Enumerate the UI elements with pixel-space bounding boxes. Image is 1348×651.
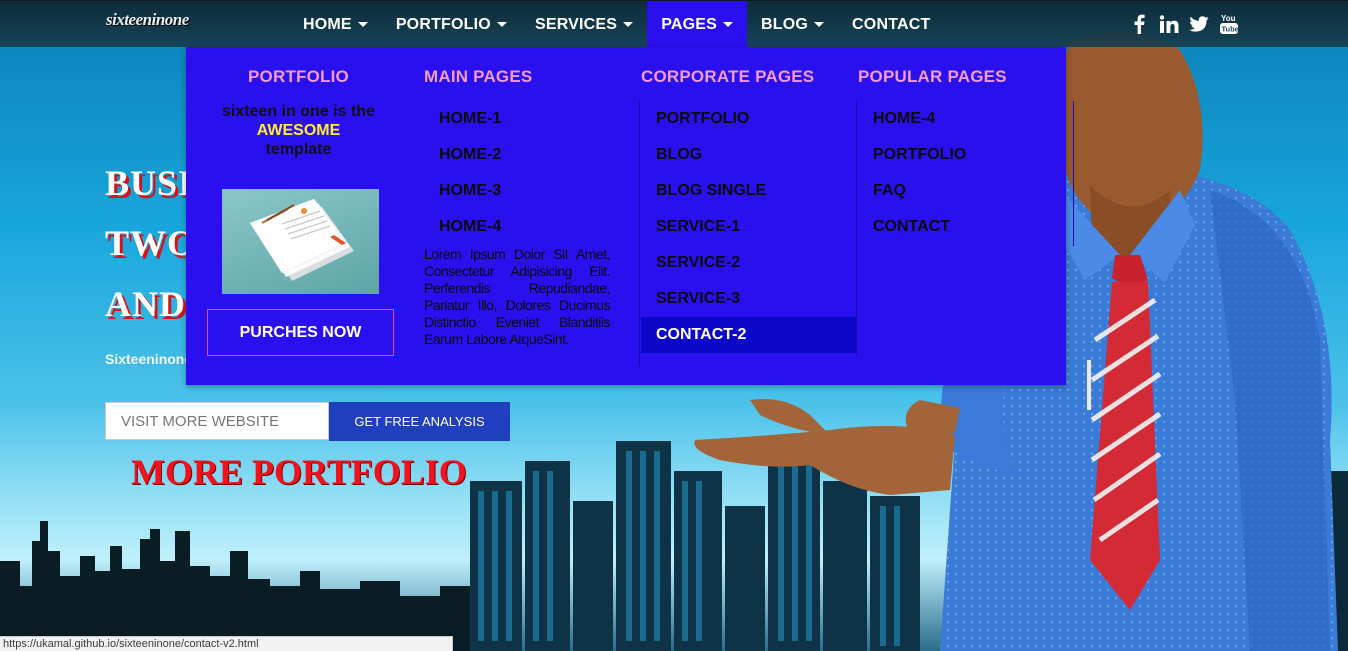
popular-pages-list: HOME-4 PORTFOLIO FAQ CONTACT — [858, 101, 1074, 246]
hero-title-line-1: BUSI — [105, 163, 194, 203]
intro-highlight: AWESOME — [256, 122, 341, 139]
main-pages-description: Lorem Ipsum Dolor Sit Amet, Consectetur … — [424, 246, 611, 347]
menu-link-contact[interactable]: CONTACT — [858, 209, 1073, 245]
linkedin-icon[interactable] — [1154, 11, 1184, 37]
site-logo[interactable]: sixteeninone — [106, 10, 189, 30]
caret-down-icon — [623, 22, 634, 27]
caret-down-icon — [357, 22, 368, 27]
template-thumbnail-image[interactable] — [222, 189, 379, 294]
menu-link-blog[interactable]: BLOG — [641, 137, 856, 173]
menu-item-services[interactable]: SERVICES — [521, 1, 647, 48]
menu-link-home-3[interactable]: HOME-3 — [424, 173, 639, 209]
menu-item-label: HOME — [303, 15, 352, 33]
hero-subtitle: Sixteeninone — [105, 351, 193, 367]
menu-link-contact-2[interactable]: CONTACT-2 — [641, 317, 856, 353]
menu-link-portfolio[interactable]: PORTFOLIO — [641, 101, 856, 137]
menu-link-service-2[interactable]: SERVICE-2 — [641, 245, 856, 281]
intro-line: sixteen in one is the — [222, 103, 375, 120]
purches-now-button[interactable]: PURCHES NOW — [207, 309, 394, 356]
menu-link-home-4[interactable]: HOME-4 — [424, 209, 639, 245]
menu-link-blog-single[interactable]: BLOG SINGLE — [641, 173, 856, 209]
browser-status-url: https://ukamal.github.io/sixteeninone/co… — [0, 636, 453, 651]
menu-item-label: CONTACT — [852, 15, 931, 33]
menu-link-service-3[interactable]: SERVICE-3 — [641, 281, 856, 317]
menu-item-label: SERVICES — [534, 15, 618, 33]
top-navbar: sixteeninone HOME PORTFOLIO SERVICES PAG… — [0, 0, 1348, 48]
intro-line: template — [265, 141, 332, 158]
menu-item-pages[interactable]: PAGES — [647, 1, 748, 48]
pages-mega-menu: PORTFOLIO sixteen in one is the AWESOME … — [186, 47, 1074, 385]
hero-title-line-2: TWO — [105, 223, 197, 263]
menu-link-home-2[interactable]: HOME-2 — [424, 137, 639, 173]
portfolio-column-title: PORTFOLIO — [248, 67, 349, 86]
menu-link-home-4-popular[interactable]: HOME-4 — [858, 101, 1073, 137]
main-pages-column-title: MAIN PAGES — [424, 67, 533, 86]
menu-link-faq[interactable]: FAQ — [858, 173, 1073, 209]
corporate-pages-list: PORTFOLIO BLOG BLOG SINGLE SERVICE-1 SER… — [641, 101, 857, 355]
svg-text:Tube: Tube — [1222, 25, 1239, 34]
main-menu: HOME PORTFOLIO SERVICES PAGES BLOG CONTA… — [289, 1, 944, 48]
corporate-pages-column-title: CORPORATE PAGES — [641, 67, 815, 86]
svg-text:You: You — [1221, 14, 1236, 23]
get-free-analysis-button[interactable]: GET FREE ANALYSIS — [329, 402, 510, 441]
menu-item-blog[interactable]: BLOG — [747, 1, 838, 48]
social-links: You Tube — [1124, 11, 1244, 37]
menu-item-portfolio[interactable]: PORTFOLIO — [382, 1, 521, 48]
hero-title-line-3: AND — [105, 284, 186, 324]
more-portfolio-link[interactable]: MORE PORTFOLIO — [131, 451, 467, 493]
twitter-icon[interactable] — [1184, 11, 1214, 37]
caret-down-icon — [723, 22, 734, 27]
menu-item-label: PORTFOLIO — [395, 15, 491, 33]
visit-website-input[interactable] — [105, 402, 329, 440]
menu-item-home[interactable]: HOME — [289, 1, 382, 48]
menu-link-portfolio-popular[interactable]: PORTFOLIO — [858, 137, 1073, 173]
youtube-icon[interactable]: You Tube — [1214, 11, 1244, 37]
menu-item-label: PAGES — [661, 15, 718, 33]
portfolio-intro-text: sixteen in one is the AWESOME template — [206, 102, 391, 159]
menu-link-service-1[interactable]: SERVICE-1 — [641, 209, 856, 245]
facebook-icon[interactable] — [1124, 11, 1154, 37]
caret-down-icon — [496, 22, 507, 27]
menu-link-home-1[interactable]: HOME-1 — [424, 101, 639, 137]
popular-pages-column-title: POPULAR PAGES — [858, 67, 1007, 86]
caret-down-icon — [814, 22, 825, 27]
menu-item-contact[interactable]: CONTACT — [838, 1, 944, 48]
menu-item-label: BLOG — [761, 15, 809, 33]
